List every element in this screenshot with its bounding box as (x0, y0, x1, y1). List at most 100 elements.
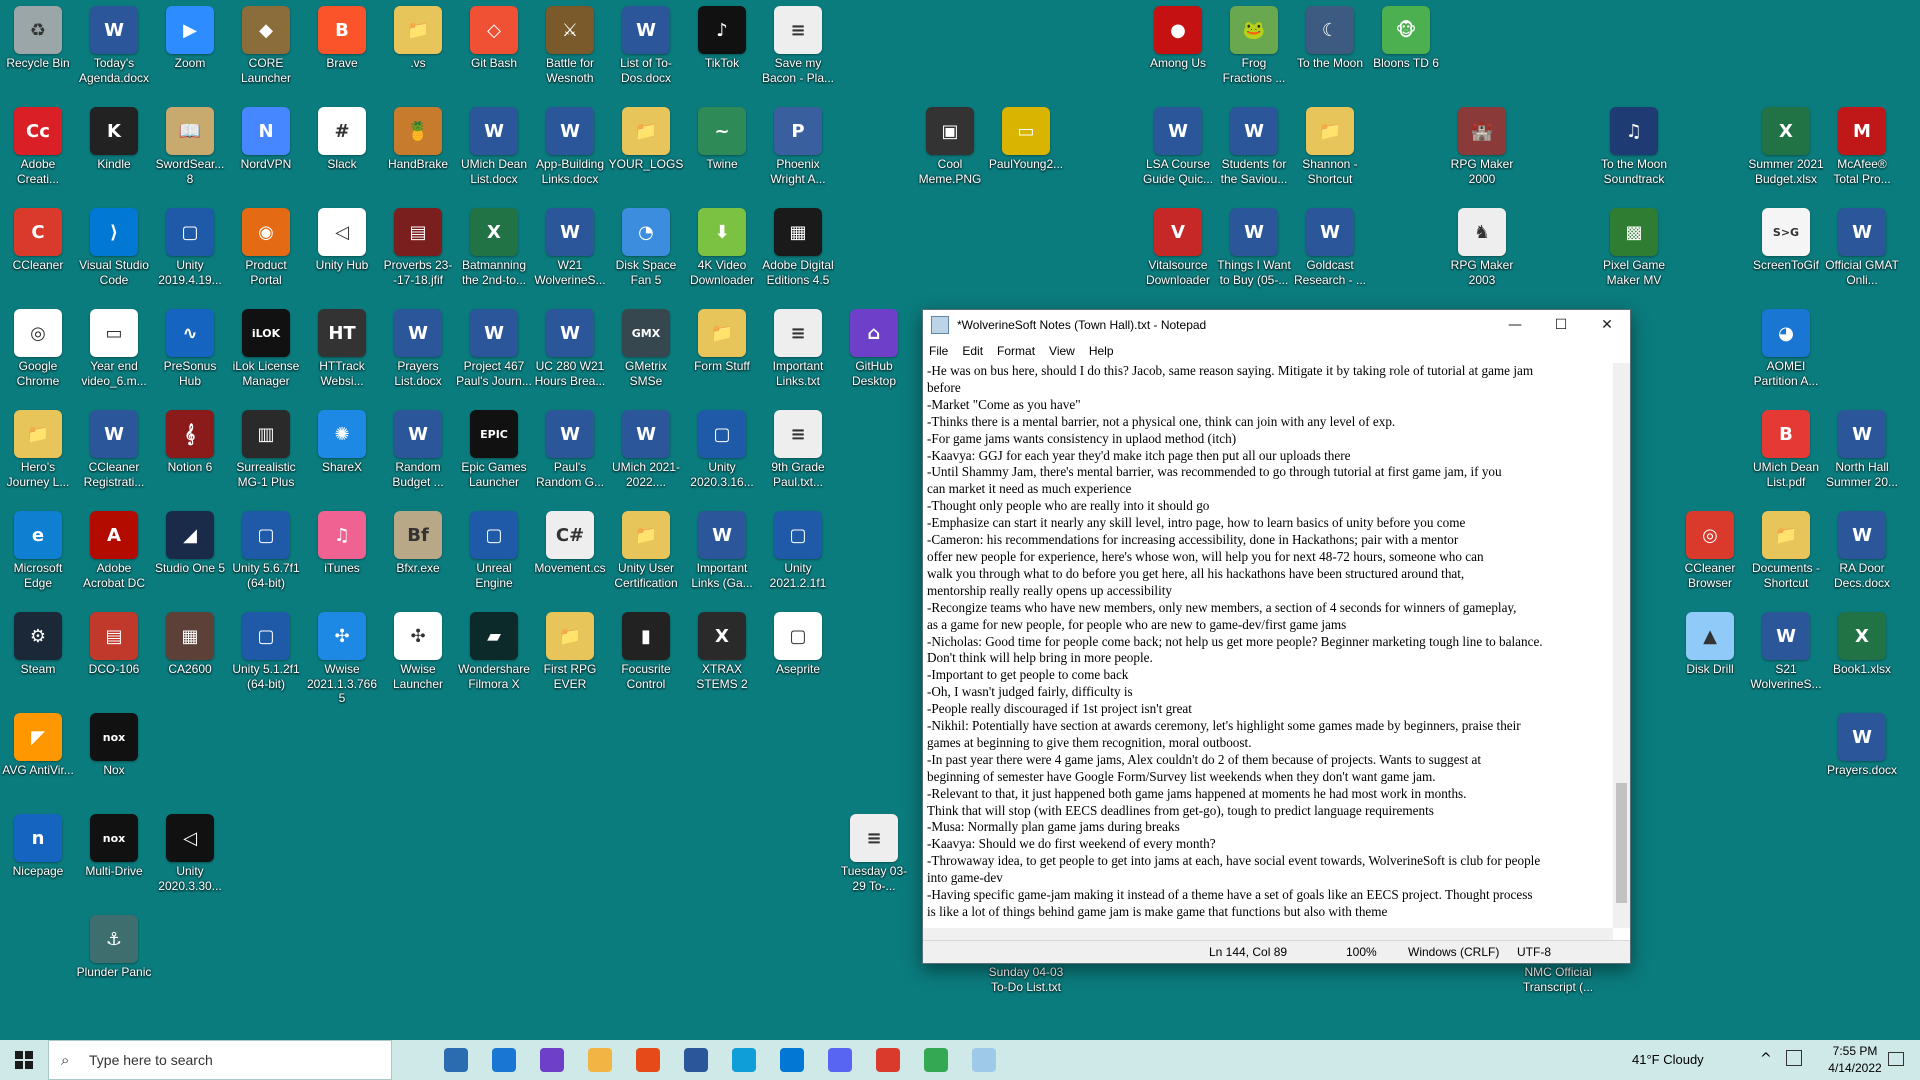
menu-help[interactable]: Help (1089, 344, 1114, 358)
weather-widget[interactable]: 41°F Cloudy (1632, 1052, 1704, 1067)
desktop-icon-batmanning-the-2nd-to[interactable]: X Batmanning the 2nd-to... (456, 202, 532, 287)
desktop-icon-list-of-to-dos-docx[interactable]: W List of To-Dos.docx (608, 0, 684, 85)
desktop-icon-ilok-license-manager[interactable]: iLOK iLok License Manager (228, 303, 304, 388)
desktop-icon-mcafee-total-pro[interactable]: M McAfee® Total Pro... (1824, 101, 1900, 186)
desktop-icon-dco-106[interactable]: ▤ DCO-106 (76, 606, 152, 677)
desktop-icon-wwise-2021-1-3-7665[interactable]: ✣ Wwise 2021.1.3.7665 (304, 606, 380, 706)
desktop-icon-paulyoung2[interactable]: ▭ PaulYoung2... (988, 101, 1064, 172)
desktop-icon-to-the-moon[interactable]: ☾ To the Moon (1292, 0, 1368, 71)
desktop-icon-year-end-video-6-m[interactable]: ▭ Year end video_6.m... (76, 303, 152, 388)
notification-icon[interactable] (1888, 1052, 1904, 1066)
desktop-icon-hero-s-journey-l[interactable]: 📁 Hero's Journey L... (0, 404, 76, 489)
desktop-icon-httrack-websi[interactable]: HT HTTrack Websi... (304, 303, 380, 388)
desktop-icon-ccleaner-registrati[interactable]: W CCleaner Registrati... (76, 404, 152, 489)
desktop-icon-xtrax-stems-2[interactable]: X XTRAX STEMS 2 (684, 606, 760, 691)
desktop-icon-swordsear-8[interactable]: 📖 SwordSear... 8 (152, 101, 228, 186)
github-desktop-icon[interactable] (528, 1040, 576, 1080)
desktop-icon-tiktok[interactable]: ♪ TikTok (684, 0, 760, 71)
desktop-icon-umich-2021-2022[interactable]: W UMich 2021-2022.... (608, 404, 684, 489)
desktop-icon-umich-dean-list-pdf[interactable]: B UMich Dean List.pdf (1748, 404, 1824, 489)
desktop-icon-paul-s-random-g[interactable]: W Paul's Random G... (532, 404, 608, 489)
desktop-icon-unity-2020-3-16[interactable]: ▢ Unity 2020.3.16... (684, 404, 760, 489)
desktop-icon-save-my-bacon-pla[interactable]: ≡ Save my Bacon - Pla... (760, 0, 836, 85)
desktop-icon-wondershare-filmora-x[interactable]: ▰ Wondershare Filmora X (456, 606, 532, 691)
desktop-icon-plunder-panic[interactable]: ⚓ Plunder Panic (76, 909, 152, 980)
desktop-icon-unity-hub[interactable]: ◁ Unity Hub (304, 202, 380, 273)
desktop-icon-to-the-moon-soundtrack[interactable]: ♫ To the Moon Soundtrack (1596, 101, 1672, 186)
microsoft-store-icon[interactable] (432, 1040, 480, 1080)
desktop-icon-shannon-shortcut[interactable]: 📁 Shannon - Shortcut (1292, 101, 1368, 186)
menu-format[interactable]: Format (997, 344, 1035, 358)
ccleaner-browser-icon[interactable] (864, 1040, 912, 1080)
desktop-icon-phoenix-wright-a[interactable]: P Phoenix Wright A... (760, 101, 836, 186)
desktop-icon-pixel-game-maker-mv[interactable]: ▩ Pixel Game Maker MV (1596, 202, 1672, 287)
desktop-icon-screentogif[interactable]: S>G ScreenToGif (1748, 202, 1824, 273)
desktop-icon-w21-wolverines[interactable]: W W21 WolverineS... (532, 202, 608, 287)
mail-icon[interactable] (480, 1040, 528, 1080)
desktop-icon-app-building-links-docx[interactable]: W App-Building Links.docx (532, 101, 608, 186)
scrollbar-thumb[interactable] (1616, 783, 1627, 903)
desktop-icon-ca2600[interactable]: ▦ CA2600 (152, 606, 228, 677)
desktop-icon-rpg-maker-2000[interactable]: 🏰 RPG Maker 2000 (1444, 101, 1520, 186)
clock[interactable]: 7:55 PM 4/14/2022 (1820, 1044, 1890, 1075)
desktop-icon-vs[interactable]: 📁 .vs (380, 0, 456, 71)
desktop-icon-avg-antivir[interactable]: ◤ AVG AntiVir... (0, 707, 76, 778)
desktop-icon-unity-5-1-2f1-64-bit[interactable]: ▢ Unity 5.1.2f1 (64-bit) (228, 606, 304, 691)
desktop-icon-multi-drive[interactable]: nox Multi-Drive (76, 808, 152, 879)
desktop-icon-ra-door-decs-docx[interactable]: W RA Door Decs.docx (1824, 505, 1900, 590)
desktop-icon-nicepage[interactable]: n Nicepage (0, 808, 76, 879)
desktop-icon-uc-280-w21-hours-brea[interactable]: W UC 280 W21 Hours Brea... (532, 303, 608, 388)
desktop-icon-umich-dean-list-docx[interactable]: W UMich Dean List.docx (456, 101, 532, 186)
desktop-icon-core-launcher[interactable]: ◆ CORE Launcher (228, 0, 304, 85)
desktop-icon-north-hall-summer-20[interactable]: W North Hall Summer 20... (1824, 404, 1900, 489)
desktop-icon-ccleaner[interactable]: C CCleaner (0, 202, 76, 273)
desktop-icon-notion-6[interactable]: 𝄞 Notion 6 (152, 404, 228, 475)
desktop-icon-form-stuff[interactable]: 📁 Form Stuff (684, 303, 760, 374)
desktop-icon-bfxr-exe[interactable]: Bf Bfxr.exe (380, 505, 456, 576)
desktop-icon-visual-studio-code[interactable]: ⟩ Visual Studio Code (76, 202, 152, 287)
desktop-icon-rpg-maker-2003[interactable]: ♞ RPG Maker 2003 (1444, 202, 1520, 287)
desktop-icon-itunes[interactable]: ♫ iTunes (304, 505, 380, 576)
start-button[interactable] (0, 1040, 48, 1080)
desktop-icon-presonus-hub[interactable]: ∿ PreSonus Hub (152, 303, 228, 388)
desktop-icon-adobe-digital-editions-4-5[interactable]: ▦ Adobe Digital Editions 4.5 (760, 202, 836, 287)
desktop-icon-important-links-ga[interactable]: W Important Links (Ga... (684, 505, 760, 590)
desktop-icon-frog-fractions[interactable]: 🐸 Frog Fractions ... (1216, 0, 1292, 85)
desktop-icon-unity-2020-3-30[interactable]: ◁ Unity 2020.3.30... (152, 808, 228, 893)
desktop-icon-gmetrix-smse[interactable]: GMX GMetrix SMSe (608, 303, 684, 388)
desktop-icon-4k-video-downloader[interactable]: ⬇ 4K Video Downloader (684, 202, 760, 287)
taskbar-search-box[interactable]: ⌕ Type here to search (48, 1040, 392, 1080)
desktop-icon-your-logs[interactable]: 📁 YOUR_LOGS (608, 101, 684, 172)
desktop-icon-nox[interactable]: nox Nox (76, 707, 152, 778)
desktop-icon-github-desktop[interactable]: ⌂ GitHub Desktop (836, 303, 912, 388)
text-editor-area[interactable]: -He was on bus here, should I do this? J… (927, 363, 1609, 928)
desktop-icon-recycle-bin[interactable]: ♻ Recycle Bin (0, 0, 76, 71)
desktop-icon-unity-2019-4-19[interactable]: ▢ Unity 2019.4.19... (152, 202, 228, 287)
desktop-icon-battle-for-wesnoth[interactable]: ⚔ Battle for Wesnoth (532, 0, 608, 85)
desktop-icon-unreal-engine[interactable]: ▢ Unreal Engine (456, 505, 532, 590)
desktop-icon-steam[interactable]: ⚙ Steam (0, 606, 76, 677)
notepad-icon[interactable] (960, 1040, 1008, 1080)
desktop-icon-vitalsource-downloader[interactable]: V Vitalsource Downloader (1140, 202, 1216, 287)
desktop-icon-goldcast-research[interactable]: W Goldcast Research - ... (1292, 202, 1368, 287)
desktop-icon-handbrake[interactable]: 🍍 HandBrake (380, 101, 456, 172)
desktop-icon-wwise-launcher[interactable]: ✣ Wwise Launcher (380, 606, 456, 691)
desktop-icon-unity-5-6-7f1-64-bit[interactable]: ▢ Unity 5.6.7f1 (64-bit) (228, 505, 304, 590)
office-icon[interactable] (624, 1040, 672, 1080)
network-icon[interactable] (1786, 1050, 1802, 1066)
desktop-icon-surrealistic-mg-1-plus[interactable]: ▥ Surrealistic MG-1 Plus (228, 404, 304, 489)
desktop-icon-bloons-td-6[interactable]: 🐵 Bloons TD 6 (1368, 0, 1444, 71)
desktop-icon-aomei-partition-a[interactable]: ◕ AOMEI Partition A... (1748, 303, 1824, 388)
notepad-title-bar[interactable]: *WolverineSoft Notes (Town Hall).txt - N… (923, 310, 1630, 340)
desktop-icon-studio-one-5[interactable]: ◢ Studio One 5 (152, 505, 228, 576)
menu-file[interactable]: File (929, 344, 948, 358)
desktop-icon-cool-meme-png[interactable]: ▣ Cool Meme.PNG (912, 101, 988, 186)
desktop-icon-prayers-list-docx[interactable]: W Prayers List.docx (380, 303, 456, 388)
desktop-icon-today-s-agenda-docx[interactable]: W Today's Agenda.docx (76, 0, 152, 85)
minimize-button[interactable]: — (1492, 310, 1538, 340)
desktop-icon-slack[interactable]: # Slack (304, 101, 380, 172)
desktop-icon-random-budget[interactable]: W Random Budget ... (380, 404, 456, 489)
desktop-icon-9th-grade-paul-txt[interactable]: ≡ 9th Grade Paul.txt... (760, 404, 836, 489)
desktop-icon-adobe-creati[interactable]: Cc Adobe Creati... (0, 101, 76, 186)
desktop-icon-unity-2021-2-1f1[interactable]: ▢ Unity 2021.2.1f1 (760, 505, 836, 590)
